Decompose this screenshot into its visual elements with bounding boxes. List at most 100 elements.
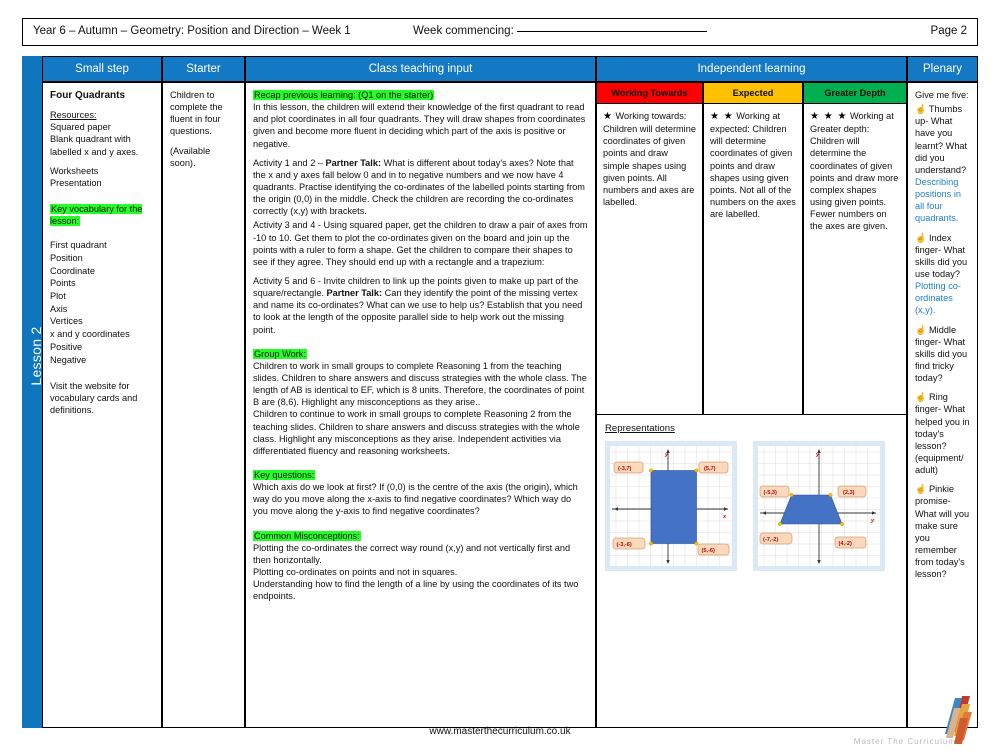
small-step-cell: Four Quadrants Resources: Squared paper … xyxy=(42,82,162,728)
partner-talk-label: Partner Talk: xyxy=(326,288,383,299)
document-header: Year 6 – Autumn – Geometry: Position and… xyxy=(22,18,978,46)
hand-icon: ☝ xyxy=(915,104,927,115)
plenary-item: ☝ Index finger- What skills did you use … xyxy=(915,232,970,317)
resources-block: Resources: Squared paper Blank quadrant … xyxy=(50,109,154,158)
material-item: Presentation xyxy=(50,177,102,188)
recap-block: Recap previous learning: (Q1 on the star… xyxy=(253,89,588,150)
plenary-item-text: Thumbs up- What have you learnt? What di… xyxy=(915,104,968,175)
band-heading: Working towards: xyxy=(615,111,687,121)
band-body: Children will determine the coordinates … xyxy=(810,136,899,232)
vocab-item: Negative xyxy=(50,354,87,365)
vocab-list: First quadrant Position Coordinate Point… xyxy=(50,239,154,366)
header-subject-line: Year 6 – Autumn – Geometry: Position and… xyxy=(33,25,351,37)
key-questions-body: Which axis do we look at first? If (0,0)… xyxy=(253,482,578,517)
plenary-intro: Give me five: xyxy=(915,90,969,100)
vocab-item: Vertices xyxy=(50,316,83,327)
hand-icon: ☝ xyxy=(915,232,927,243)
band-header-expected: Expected xyxy=(703,82,803,104)
hand-icon: ☝ xyxy=(915,484,927,495)
page-number: Page 2 xyxy=(930,25,967,37)
column-header-starter: Starter xyxy=(162,56,245,82)
class-teaching-content: Recap previous learning: (Q1 on the star… xyxy=(253,89,588,602)
band-body-expected: ★ ★ Working at expected: Children will d… xyxy=(703,104,803,415)
starter-cell: Children to complete the fluent in four … xyxy=(162,82,245,728)
band-body: Children will determine coordinates of g… xyxy=(710,124,796,220)
materials-block: Worksheets Presentation xyxy=(50,165,154,189)
plenary-item-answer: Describing positions in all four quadran… xyxy=(915,176,961,224)
column-header-independent: Independent learning xyxy=(596,56,907,82)
small-step-title: Four Quadrants xyxy=(50,90,126,101)
plenary-item-text: Pinkie promise- What will you make sure … xyxy=(915,484,970,580)
band-body-greater-depth: ★ ★ ★ Working at Greater depth: Children… xyxy=(803,104,907,415)
vocab-heading-block: Key vocabulary for the lesson: xyxy=(50,203,154,227)
lesson-plan-page: Year 6 – Autumn – Geometry: Position and… xyxy=(0,0,1000,750)
header-week-commencing: Week commencing: xyxy=(413,25,707,37)
small-step-footer-note: Visit the website for vocabulary cards a… xyxy=(50,381,138,416)
brand-logo-text: Master The Curriculum xyxy=(853,737,956,746)
coord-label-text: (4,-2) xyxy=(839,541,853,547)
planning-grid: Lesson 2 Small step Starter Class teachi… xyxy=(22,56,978,728)
coordinate-label: (5,-6) xyxy=(697,543,730,556)
trapezium-coordinate-grid: y y (-5,3) (2,3) (-7,-2) (4,-2) xyxy=(758,446,880,566)
misconceptions-block: Common Misconceptions: Plotting the co-o… xyxy=(253,530,588,603)
plenary-item: ☝ Thumbs up- What have you learnt? What … xyxy=(915,103,970,224)
plenary-content: Give me five: ☝ Thumbs up- What have you… xyxy=(915,89,970,580)
band-header-working-towards: Working Towards xyxy=(596,82,703,104)
plenary-item: ☝ Pinkie promise- What will you make sur… xyxy=(915,483,970,580)
activity-1-2-prefix: Activity 1 and 2 – xyxy=(253,157,326,168)
vocab-item: x and y coordinates xyxy=(50,329,130,340)
star-rating-icon: ★ ★ xyxy=(710,111,734,122)
starter-line-2: (Available soon). xyxy=(170,145,211,168)
coord-label-text: (5,7) xyxy=(704,466,716,472)
column-header-class-teaching: Class teaching input xyxy=(245,56,596,82)
resource-item: Blank quadrant with labelled x and y axe… xyxy=(50,134,139,157)
class-teaching-cell: Recap previous learning: (Q1 on the star… xyxy=(245,82,596,728)
vocab-item: Points xyxy=(50,278,76,289)
coord-label-text: (-7,-2) xyxy=(763,537,778,543)
group-work-body-2: Children to continue to work in small gr… xyxy=(253,409,580,456)
recap-heading: Recap previous learning: (Q1 on the star… xyxy=(253,90,435,100)
week-commencing-blank xyxy=(516,30,707,32)
misconceptions-body-2: Plotting co-ordinates on points and not … xyxy=(253,566,458,577)
group-work-block: Group Work: Children to work in small gr… xyxy=(253,348,588,457)
representations-section: Representations y x (-3,7) (5,7) (-3,-6)… xyxy=(596,415,907,728)
vocab-item: Plot xyxy=(50,291,66,302)
plenary-cell: Give me five: ☝ Thumbs up- What have you… xyxy=(907,82,978,728)
starter-content: Children to complete the fluent in four … xyxy=(170,89,237,169)
plenary-item-text: Ring finger- What helped you in today's … xyxy=(915,392,970,476)
star-rating-icon: ★ ★ ★ xyxy=(810,111,848,122)
plenary-item-answer: Plotting co-ordinates (x,y). xyxy=(915,281,961,316)
vocab-item: Position xyxy=(50,253,83,263)
key-questions-heading: Key questions: xyxy=(253,469,316,480)
graph-trapezium: y y (-5,3) (2,3) (-7,-2) (4,-2) xyxy=(753,441,885,571)
material-item: Worksheets xyxy=(50,165,99,176)
starter-line-1: Children to complete the fluent in four … xyxy=(170,90,223,137)
coordinate-label: (4,-2) xyxy=(834,536,867,549)
lesson-spine: Lesson 2 xyxy=(22,56,44,728)
representations-title: Representations xyxy=(605,423,675,434)
hand-icon: ☝ xyxy=(915,324,927,335)
vocab-heading: Key vocabulary for the lesson: xyxy=(50,204,143,227)
key-questions-block: Key questions: Which axis do we look at … xyxy=(253,469,588,518)
resource-item: Squared paper xyxy=(50,122,111,133)
coord-label-text: (2,3) xyxy=(843,490,855,496)
activity-5-6: Activity 5 and 6 - Invite children to li… xyxy=(253,275,588,336)
rectangle-coordinate-grid: y x (-3,7) (5,7) (-3,-6) (5,-6) xyxy=(610,446,732,566)
star-rating-icon: ★ xyxy=(603,111,613,122)
vocab-item: Axis xyxy=(50,303,68,314)
coord-label-text: (-5,3) xyxy=(764,490,778,496)
column-header-small-step: Small step xyxy=(42,56,162,82)
column-header-plenary: Plenary xyxy=(907,56,978,82)
vocab-item: Coordinate xyxy=(50,265,95,276)
misconceptions-heading: Common Misconceptions: xyxy=(253,530,361,541)
coord-label-text: (-3,-6) xyxy=(617,542,632,548)
band-body-working-towards: ★ Working towards: Children will determi… xyxy=(596,104,703,415)
plenary-item: ☝ Middle finger- What skills did you fin… xyxy=(915,324,970,385)
band-header-greater-depth: Greater Depth xyxy=(803,82,907,104)
graph-rectangle: y x (-3,7) (5,7) (-3,-6) (5,-6) xyxy=(605,441,737,571)
group-work-body-1: Children to work in small groups to comp… xyxy=(253,360,587,408)
plenary-item: ☝ Ring finger- What helped you in today'… xyxy=(915,391,970,476)
coordinate-label: (2,3) xyxy=(837,485,867,498)
band-body: Children will determine coordinates of g… xyxy=(603,124,696,208)
coord-label-text: (-3,7) xyxy=(618,466,632,472)
